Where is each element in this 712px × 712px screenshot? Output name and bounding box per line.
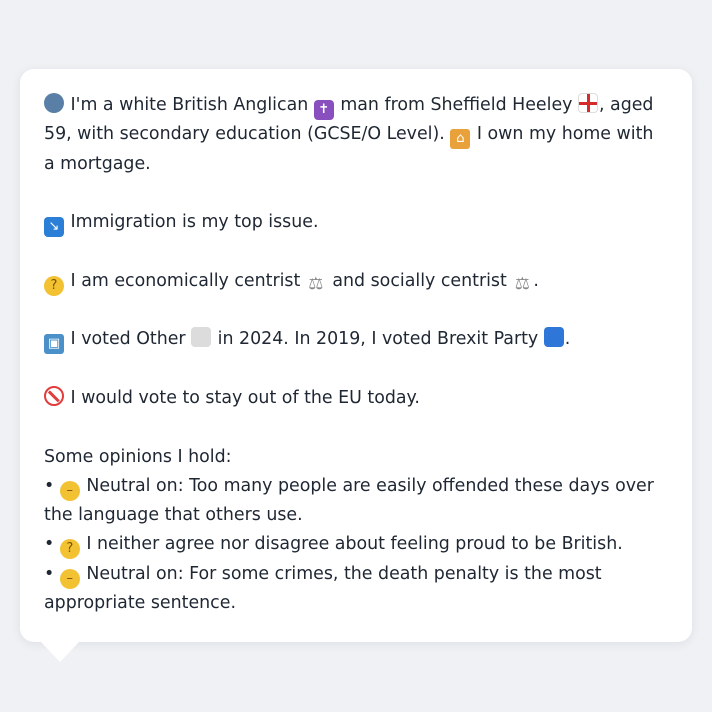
bullet: • [44,534,55,555]
vote-text-3: . [564,329,571,350]
latin-cross-icon: ✝ [313,100,334,120]
opinion-item: • – Neutral on: Too many people are easi… [44,472,668,531]
ideology-text-2: and socially centrist [332,270,507,291]
thinking-face-icon: ? [44,275,64,296]
bubble-tail [40,641,80,662]
ideology-text-1: I am economically centrist [70,270,301,291]
eu-stance-text: I would vote to stay out of the EU today… [70,387,420,408]
intro-text-1: I'm a white British Anglican [70,95,309,115]
vote-text-1: I voted Other [70,329,186,350]
opinion-text: Neutral on: Too many people are easily o… [44,475,654,526]
thinking-face-icon: ? [59,539,80,560]
opinion-text: I neither agree nor disagree about feeli… [86,534,623,555]
intro-text-2: man from Sheffield Heeley [340,95,573,115]
intro-line: I'm a white British Anglican ✝ man from … [44,91,668,179]
balance-scale-icon: ⚖ [308,273,324,294]
opinion-item: • ? I neither agree nor disagree about f… [44,530,668,560]
grey-square-icon [191,327,212,348]
blue-square-icon [543,327,564,348]
opinion-text: Neutral on: For some crimes, the death p… [44,563,602,614]
vote-history-line: ▣ I voted Other in 2024. In 2019, I vote… [44,325,668,355]
neutral-face-icon: – [59,480,80,501]
persona-message-bubble: I'm a white British Anglican ✝ man from … [20,69,692,642]
ideology-line: ? I am economically centrist ⚖ and socia… [44,267,668,296]
bullet: • [44,563,55,584]
england-flag-icon [577,93,598,113]
top-issue-text: Immigration is my top issue. [70,212,319,233]
passport-control-icon: ↘ [44,217,64,238]
opinions-header: Some opinions I hold: [44,446,232,467]
persona-message-text: I'm a white British Anglican ✝ man from … [44,91,668,618]
house-icon: ⌂ [450,129,471,150]
ideology-text-3: . [533,270,539,291]
top-issue-line: ↘ Immigration is my top issue. [44,208,668,238]
balance-scale-icon: ⚖ [514,273,530,294]
person-silhouette-icon [44,93,64,113]
eu-stance-line: I would vote to stay out of the EU today… [44,384,668,413]
opinion-item: • – Neutral on: For some crimes, the dea… [44,560,668,619]
bullet: • [44,475,55,496]
neutral-face-icon: – [59,568,80,589]
ballot-box-icon: ▣ [44,334,64,355]
no-entry-icon [44,385,64,406]
vote-text-2: in 2024. In 2019, I voted Brexit Party [217,329,539,350]
